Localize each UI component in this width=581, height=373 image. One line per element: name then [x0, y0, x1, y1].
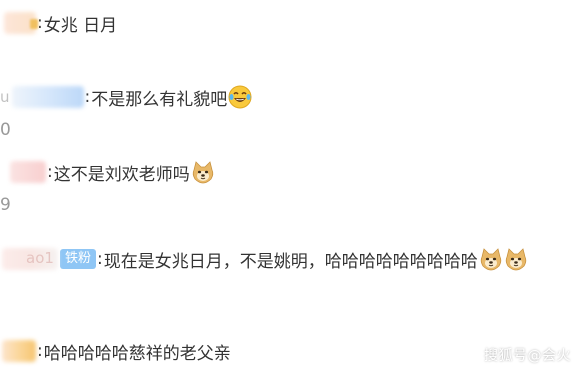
- blurred-username: [11, 86, 84, 108]
- comment-item: : 女兆 日月: [0, 8, 117, 38]
- comment-text: 这不是刘欢老师吗: [53, 164, 190, 185]
- colon: :: [37, 341, 43, 361]
- comment-text: 现在是女兆日月，不是姚明，哈哈哈哈哈哈哈哈哈: [103, 251, 478, 272]
- comment-text: 哈哈哈哈哈慈祥的老父亲: [43, 343, 231, 364]
- colon: :: [47, 162, 53, 182]
- doge-emoji: [192, 161, 213, 184]
- comment-text: 女兆 日月: [43, 15, 118, 36]
- username[interactable]: ao1: [0, 246, 60, 272]
- comment-item: u : 不是那么有礼貌吧: [0, 82, 252, 112]
- doge-emoji: [505, 248, 526, 271]
- blurred-username: [10, 161, 46, 183]
- comment-item: ao1 铁粉 : 现在是女兆日月，不是姚明，哈哈哈哈哈哈哈哈哈: [0, 244, 528, 274]
- comment-meta: 0: [0, 120, 11, 140]
- comment-text: 不是那么有礼貌吧: [91, 89, 228, 110]
- colon: :: [97, 249, 103, 269]
- colon: :: [84, 87, 91, 107]
- username[interactable]: [0, 159, 46, 185]
- username-prefix: u: [0, 88, 10, 106]
- comment-thread: : 女兆 日月 u : 不是那么有礼貌吧 0 : 这不是刘欢老师吗 9 ao1 …: [0, 0, 581, 373]
- comment-item: : 这不是刘欢老师吗: [0, 157, 215, 187]
- blurred-username: [2, 340, 36, 362]
- fan-badge: 铁粉: [60, 249, 97, 269]
- username-suffix: ao1: [26, 249, 54, 267]
- username[interactable]: u: [0, 84, 84, 110]
- username[interactable]: [0, 338, 36, 364]
- username[interactable]: [0, 10, 38, 36]
- comment-item: : 哈哈哈哈哈慈祥的老父亲: [0, 336, 231, 366]
- watermark: 搜狐号@会火: [484, 348, 571, 364]
- comment-meta: 9: [0, 195, 11, 215]
- doge-emoji: [480, 248, 501, 271]
- avatar-badge: [30, 19, 38, 29]
- laughing-tears-emoji: [228, 85, 252, 109]
